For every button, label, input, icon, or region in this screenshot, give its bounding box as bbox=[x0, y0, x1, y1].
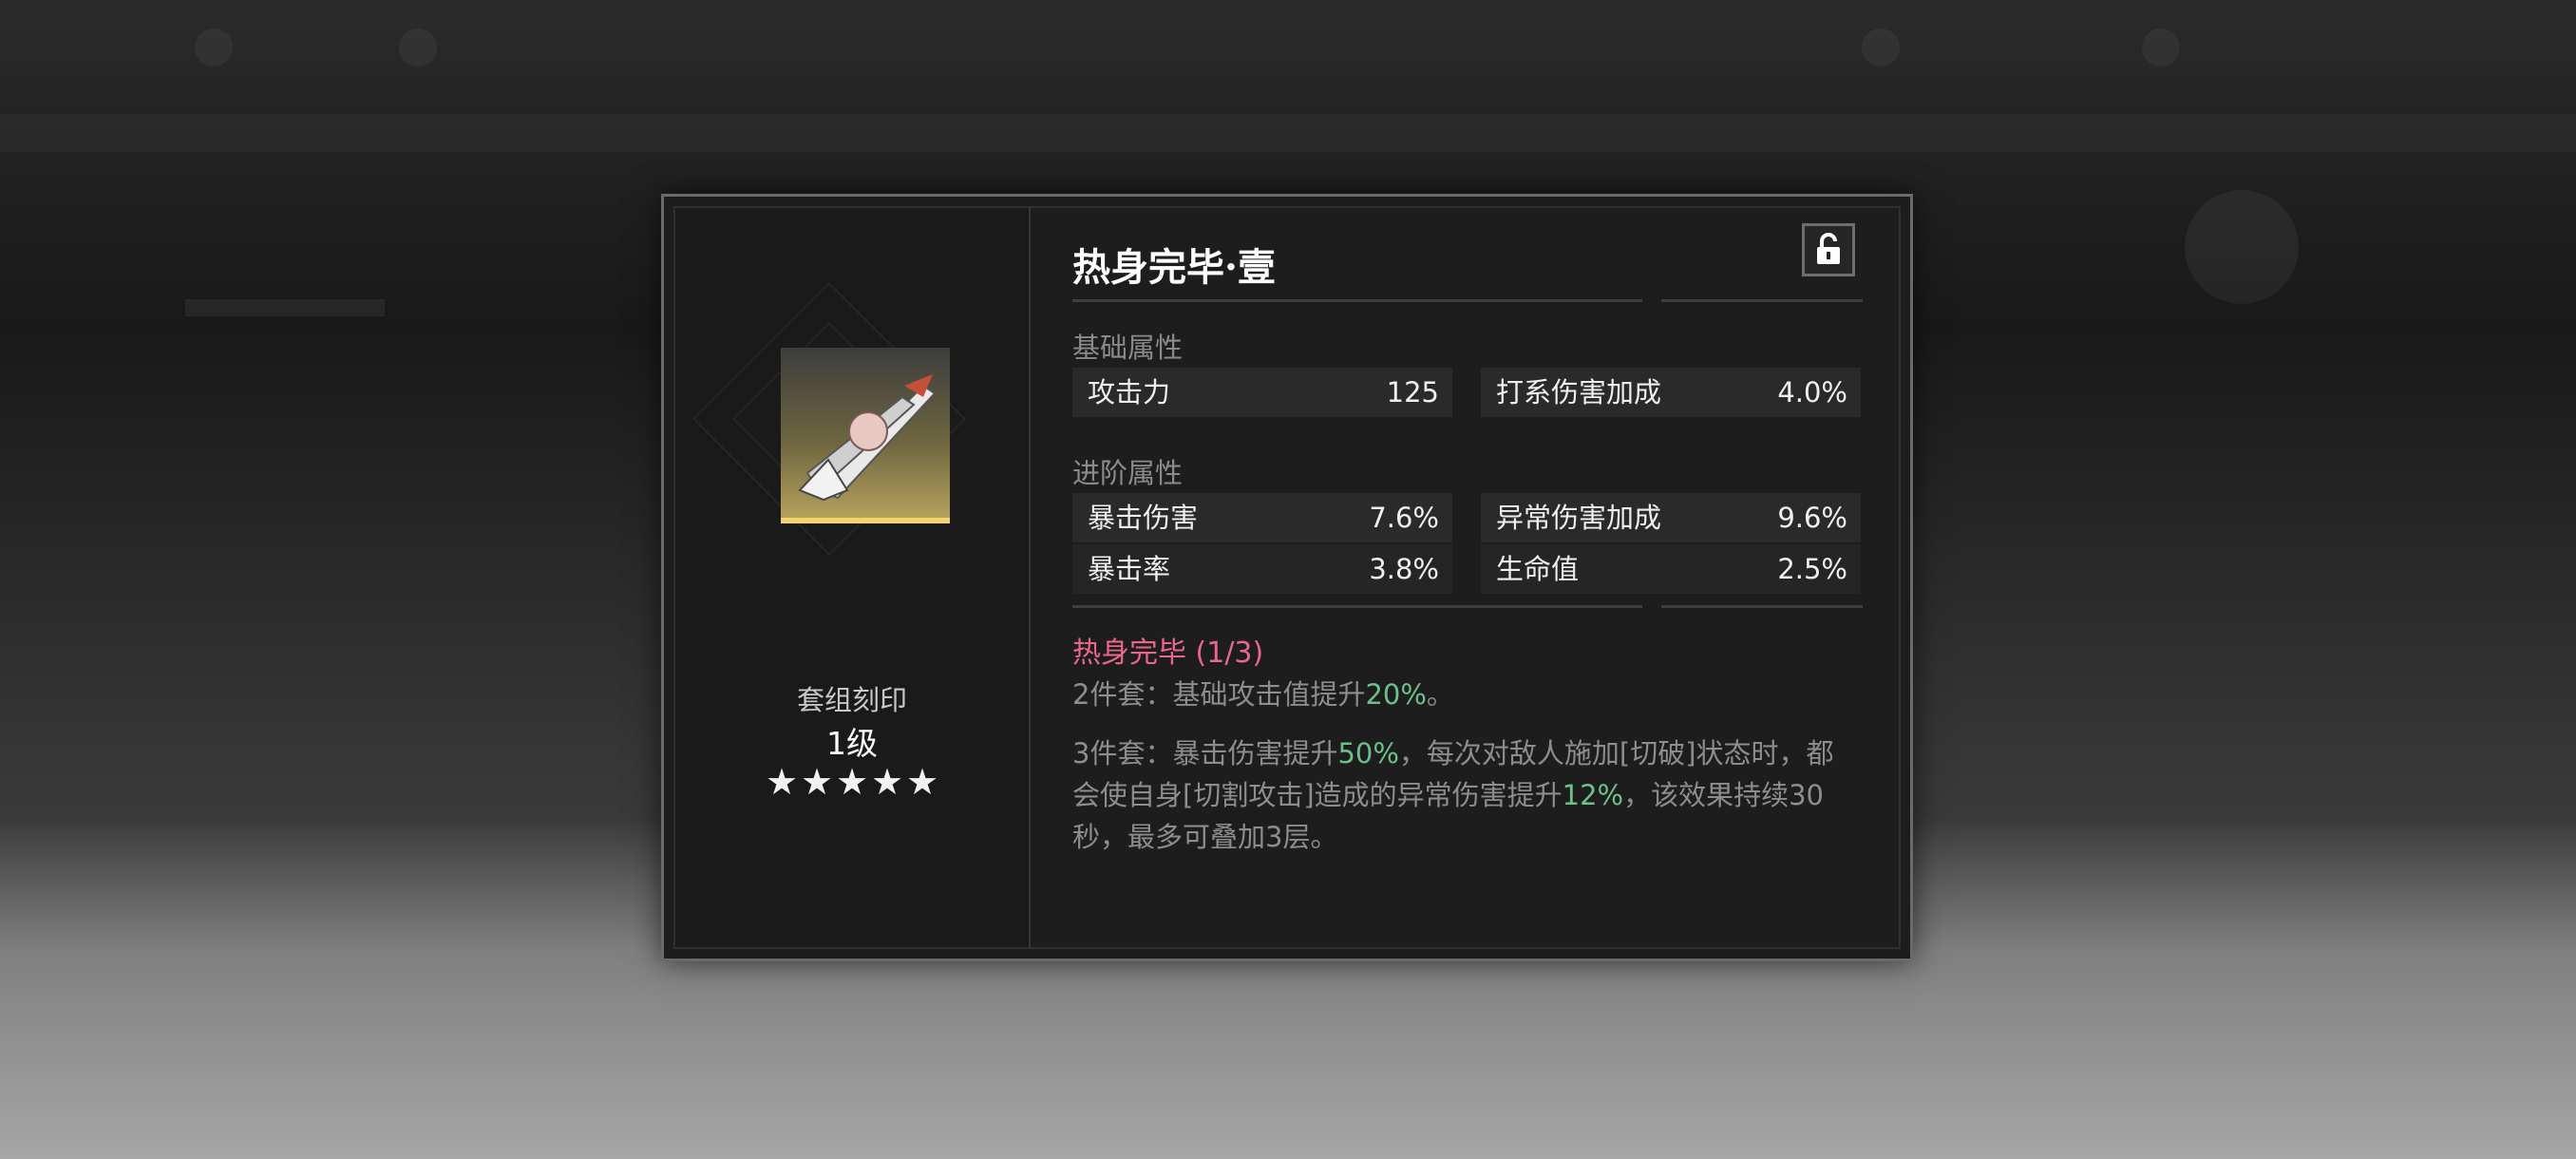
drive-disc-art-icon bbox=[798, 374, 937, 502]
effect-highlight: 50% bbox=[1337, 737, 1399, 770]
stat-row: 暴击率 3.8% bbox=[1072, 544, 1452, 594]
stat-name: 攻击力 bbox=[1088, 376, 1171, 408]
background-icon bbox=[399, 28, 437, 66]
three-piece-effect: 3件套：暴击伤害提升50%，每次对敌人施加[切破]状态时，都 会使自身[切割攻击… bbox=[1072, 732, 1861, 858]
background-icon bbox=[195, 28, 233, 66]
advanced-stats-label: 进阶属性 bbox=[1072, 457, 1184, 489]
background-blob bbox=[2185, 190, 2299, 304]
unlock-icon bbox=[1817, 233, 1840, 264]
two-piece-effect: 2件套：基础攻击值提升20%。 bbox=[1072, 674, 1861, 715]
stat-name: 生命值 bbox=[1496, 553, 1580, 585]
effect-line: 会使自身[切割攻击]造成的异常伤害提升12%，该效果持续30 bbox=[1072, 774, 1861, 816]
stat-row: 打系伤害加成 4.0% bbox=[1481, 368, 1861, 417]
star-icon: ★ bbox=[800, 761, 834, 803]
star-icon: ★ bbox=[870, 761, 904, 803]
stat-row: 异常伤害加成 9.6% bbox=[1481, 493, 1861, 542]
star-icon: ★ bbox=[765, 761, 799, 803]
stat-value: 2.5% bbox=[1777, 553, 1847, 585]
stat-name: 异常伤害加成 bbox=[1496, 502, 1662, 534]
background-icon bbox=[1862, 28, 1900, 66]
effect-text: 3件套：暴击伤害提升 bbox=[1072, 737, 1338, 770]
item-image bbox=[781, 348, 950, 523]
stat-value: 9.6% bbox=[1777, 502, 1847, 534]
effect-text: ，每次对敌人施加[切破]状态时，都 bbox=[1398, 737, 1834, 770]
star-icon: ★ bbox=[835, 761, 869, 803]
item-title: 热身完毕·壹 bbox=[1072, 245, 1276, 290]
divider bbox=[1072, 605, 1642, 608]
set-bonus-name: 热身完毕 (1/3) bbox=[1072, 636, 1264, 670]
background-bar bbox=[0, 114, 2576, 152]
star-icon: ★ bbox=[905, 761, 939, 803]
effect-line: 3件套：暴击伤害提升50%，每次对敌人施加[切破]状态时，都 bbox=[1072, 732, 1861, 774]
effect-highlight: 20% bbox=[1365, 678, 1427, 711]
stat-value: 3.8% bbox=[1369, 553, 1439, 585]
base-stats-label: 基础属性 bbox=[1072, 332, 1184, 364]
divider bbox=[1661, 605, 1863, 608]
stat-name: 暴击伤害 bbox=[1088, 502, 1199, 534]
rarity-stars: ★★★★★ bbox=[675, 761, 1029, 803]
stat-value: 125 bbox=[1386, 376, 1439, 408]
effect-text: 2件套：基础攻击值提升 bbox=[1072, 678, 1366, 711]
lock-toggle-button[interactable] bbox=[1802, 223, 1855, 276]
divider bbox=[1072, 299, 1642, 302]
divider bbox=[1661, 299, 1863, 302]
background-strip bbox=[185, 299, 385, 316]
stat-name: 暴击率 bbox=[1088, 553, 1171, 585]
stat-value: 4.0% bbox=[1777, 376, 1847, 408]
effect-highlight: 12% bbox=[1562, 779, 1624, 811]
stat-row: 生命值 2.5% bbox=[1481, 544, 1861, 594]
stat-row: 暴击伤害 7.6% bbox=[1072, 493, 1452, 542]
effect-text: 。 bbox=[1426, 678, 1454, 711]
item-detail-panel: 套组刻印 1级 ★★★★★ 热身完毕·壹 基础属性 攻击力 125 打系伤害加成… bbox=[661, 194, 1913, 961]
background-icon bbox=[2142, 28, 2180, 66]
set-label: 套组刻印 bbox=[796, 684, 907, 716]
stat-row: 攻击力 125 bbox=[1072, 368, 1452, 417]
effect-line: 秒，最多可叠加3层。 bbox=[1072, 821, 1338, 853]
level-label: 1级 bbox=[826, 725, 878, 762]
item-preview-column: 套组刻印 1级 ★★★★★ bbox=[675, 208, 1031, 947]
effect-text: ，该效果持续30 bbox=[1623, 779, 1825, 811]
stat-value: 7.6% bbox=[1369, 502, 1439, 534]
item-info-column: 热身完毕·壹 基础属性 攻击力 125 打系伤害加成 4.0% 进阶属性 暴击伤… bbox=[1072, 208, 1899, 947]
stat-name: 打系伤害加成 bbox=[1496, 376, 1662, 408]
effect-text: 会使自身[切割攻击]造成的异常伤害提升 bbox=[1072, 779, 1563, 811]
